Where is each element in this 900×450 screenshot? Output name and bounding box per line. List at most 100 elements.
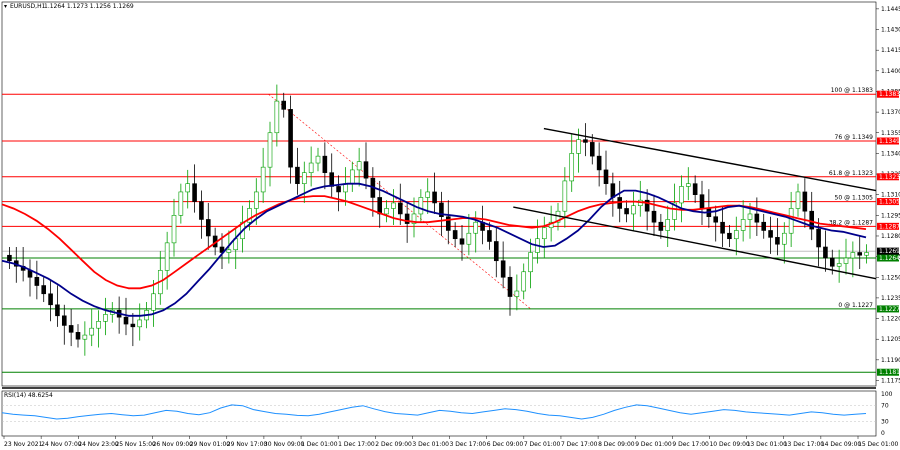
candle-body[interactable] bbox=[308, 162, 314, 173]
candle-body[interactable] bbox=[747, 213, 753, 220]
candle-body[interactable] bbox=[802, 191, 808, 212]
candle-body[interactable] bbox=[829, 257, 835, 267]
candle-body[interactable] bbox=[432, 191, 437, 204]
candle-body[interactable] bbox=[295, 166, 300, 184]
candle-body[interactable] bbox=[55, 304, 60, 317]
candle-body[interactable] bbox=[199, 201, 204, 220]
candle-body[interactable] bbox=[795, 191, 801, 209]
candle-body[interactable] bbox=[754, 213, 760, 223]
candle-body[interactable] bbox=[589, 142, 595, 157]
candle-body[interactable] bbox=[404, 213, 410, 224]
candle-body[interactable] bbox=[48, 293, 53, 306]
candle-body[interactable] bbox=[103, 314, 108, 322]
candle-body[interactable] bbox=[315, 155, 321, 164]
candle-body[interactable] bbox=[89, 327, 95, 336]
candle-body[interactable] bbox=[164, 242, 170, 271]
candle-body[interactable] bbox=[685, 183, 691, 187]
candle-body[interactable] bbox=[68, 325, 74, 333]
candle-body[interactable] bbox=[205, 219, 211, 237]
candle-body[interactable] bbox=[487, 230, 492, 242]
candle-body[interactable] bbox=[541, 227, 547, 240]
candle-body[interactable] bbox=[425, 191, 431, 198]
candle-body[interactable] bbox=[699, 194, 705, 209]
candle-body[interactable] bbox=[864, 252, 869, 256]
candle-body[interactable] bbox=[459, 238, 465, 245]
candle-body[interactable] bbox=[185, 183, 191, 193]
candle-body[interactable] bbox=[823, 246, 828, 259]
candle-body[interactable] bbox=[75, 332, 81, 340]
candle-body[interactable] bbox=[171, 215, 177, 244]
candle-body[interactable] bbox=[322, 155, 328, 173]
candle-body[interactable] bbox=[130, 323, 136, 328]
candle-body[interactable] bbox=[843, 257, 849, 264]
candle-body[interactable] bbox=[658, 221, 664, 231]
candle-body[interactable] bbox=[857, 252, 863, 256]
candle-body[interactable] bbox=[514, 290, 520, 297]
candle-body[interactable] bbox=[473, 221, 479, 234]
candle-body[interactable] bbox=[836, 263, 842, 267]
candle-body[interactable] bbox=[665, 219, 671, 231]
candle-body[interactable] bbox=[363, 161, 369, 179]
candle-body[interactable] bbox=[7, 254, 12, 262]
candle-body[interactable] bbox=[397, 202, 403, 215]
candle-body[interactable] bbox=[850, 252, 856, 259]
candle-body[interactable] bbox=[452, 230, 458, 240]
candle-body[interactable] bbox=[329, 172, 335, 187]
candle-body[interactable] bbox=[178, 191, 184, 216]
candle-body[interactable] bbox=[137, 319, 143, 328]
candle-body[interactable] bbox=[500, 260, 506, 278]
candle-body[interactable] bbox=[418, 197, 424, 215]
candle-body[interactable] bbox=[493, 241, 499, 262]
candle-body[interactable] bbox=[34, 276, 40, 286]
candle-body[interactable] bbox=[288, 109, 293, 168]
candle-body[interactable] bbox=[713, 216, 719, 223]
candle-body[interactable] bbox=[123, 316, 129, 325]
candle-body[interactable] bbox=[61, 315, 67, 326]
candle-body[interactable] bbox=[301, 172, 307, 184]
candle-body[interactable] bbox=[569, 153, 575, 182]
candle-body[interactable] bbox=[384, 208, 389, 215]
candle-body[interactable] bbox=[562, 180, 568, 212]
candle-body[interactable] bbox=[192, 183, 197, 202]
candle-body[interactable] bbox=[41, 285, 47, 295]
candle-body[interactable] bbox=[281, 100, 287, 110]
candle-body[interactable] bbox=[349, 169, 355, 184]
candle-body[interactable] bbox=[596, 155, 602, 171]
candle-body[interactable] bbox=[727, 232, 732, 240]
candle-body[interactable] bbox=[583, 139, 588, 143]
candle-body[interactable] bbox=[391, 202, 396, 209]
candle-body[interactable] bbox=[733, 230, 739, 240]
candle-body[interactable] bbox=[356, 161, 362, 171]
price-chart[interactable]: ▾ EURUSD,H11.1264 1.1273 1.1256 1.1269 1.1… bbox=[0, 0, 900, 450]
candle-body[interactable] bbox=[720, 221, 725, 234]
candle-body[interactable] bbox=[631, 205, 636, 215]
candle-body[interactable] bbox=[521, 271, 527, 292]
candle-body[interactable] bbox=[377, 197, 383, 215]
candle-body[interactable] bbox=[267, 132, 273, 168]
candle-body[interactable] bbox=[781, 232, 787, 245]
candle-body[interactable] bbox=[761, 221, 767, 231]
candle-body[interactable] bbox=[260, 166, 266, 193]
candle-body[interactable] bbox=[151, 293, 156, 311]
candle-body[interactable] bbox=[740, 219, 746, 231]
symbol-dropdown-icon[interactable]: ▾ bbox=[4, 3, 7, 10]
candle-body[interactable] bbox=[445, 216, 451, 231]
candle-body[interactable] bbox=[768, 230, 773, 238]
candle-body[interactable] bbox=[775, 237, 780, 245]
candle-body[interactable] bbox=[466, 232, 472, 245]
candle-body[interactable] bbox=[679, 186, 684, 204]
candle-body[interactable] bbox=[226, 249, 232, 253]
candle-body[interactable] bbox=[336, 186, 341, 193]
candle-body[interactable] bbox=[624, 208, 629, 215]
candle-body[interactable] bbox=[603, 169, 609, 184]
trend-line[interactable] bbox=[543, 127, 877, 192]
candle-body[interactable] bbox=[576, 139, 581, 154]
candle-body[interactable] bbox=[274, 100, 280, 134]
candle-body[interactable] bbox=[82, 334, 88, 340]
candle-body[interactable] bbox=[507, 276, 513, 297]
candle-body[interactable] bbox=[253, 191, 259, 209]
candle-body[interactable] bbox=[651, 210, 657, 223]
candle-body[interactable] bbox=[528, 252, 533, 273]
candle-body[interactable] bbox=[816, 228, 821, 248]
candle-body[interactable] bbox=[692, 183, 698, 195]
